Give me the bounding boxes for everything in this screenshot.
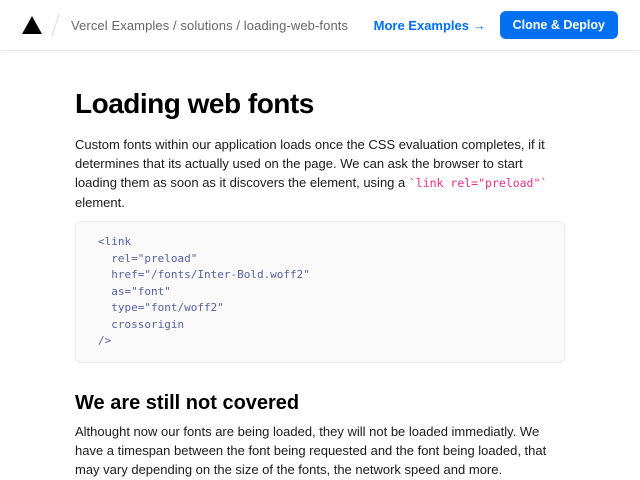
- code-block: <link rel="preload" href="/fonts/Inter-B…: [75, 221, 565, 363]
- more-examples-link[interactable]: More Examples →: [374, 18, 486, 33]
- top-navigation-bar: Vercel Examples / solutions / loading-we…: [0, 0, 640, 51]
- breadcrumb: Vercel Examples / solutions / loading-we…: [71, 18, 348, 33]
- code-block-content: <link rel="preload" href="/fonts/Inter-B…: [98, 234, 542, 350]
- intro-text-after: element.: [75, 195, 125, 210]
- vercel-logo-icon[interactable]: [22, 16, 42, 34]
- inline-code-link-preload: `link rel="preload"`: [409, 176, 547, 190]
- header-actions: More Examples → Clone & Deploy: [374, 11, 618, 39]
- clone-deploy-button[interactable]: Clone & Deploy: [500, 11, 618, 39]
- section-paragraph-1: Althought now our fonts are being loaded…: [75, 422, 565, 479]
- section-heading: We are still not covered: [75, 390, 565, 416]
- intro-paragraph: Custom fonts within our application load…: [75, 135, 565, 212]
- content-area: Loading web fonts Custom fonts within ou…: [75, 51, 565, 480]
- slash-divider: [51, 13, 59, 36]
- page-title: Loading web fonts: [75, 87, 565, 121]
